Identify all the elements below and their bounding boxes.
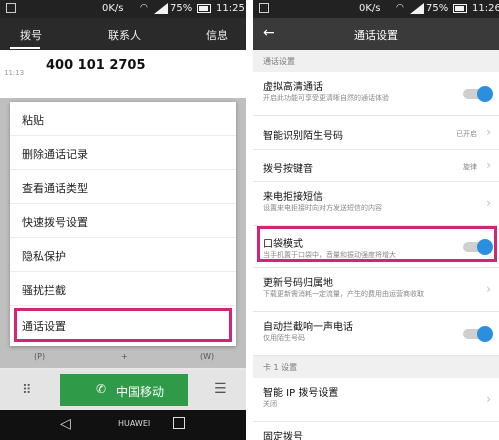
setting-label: 自动拦截响一声电话 <box>263 322 353 333</box>
battery-icon <box>453 4 467 13</box>
phone-icon: ✆ <box>96 382 107 396</box>
setting-description: 关闭 <box>263 400 277 408</box>
clock: 11:25 <box>216 3 245 14</box>
chevron-right-icon: › <box>486 282 491 296</box>
notification-icon <box>259 3 269 13</box>
setting-label: 拨号按键音 <box>263 164 313 175</box>
menu-item-harassment-block[interactable]: 骚扰拦截 <box>10 272 236 306</box>
call-button-label: 中国移动 <box>116 385 165 399</box>
call-settings-screen: 0K/s ◠ 75% 11:26 ← 通话设置 通话设置 虚拟高清通话 开启此功… <box>253 0 499 440</box>
setting-value: 已开启 <box>456 130 477 138</box>
battery-percent: 75% <box>170 3 193 14</box>
setting-reject-sms[interactable]: 来电拒接短信 设置来电拒接时向对方发送短信的内容 › <box>253 182 499 226</box>
setting-description: 设置来电拒接时向对方发送短信的内容 <box>263 204 382 212</box>
chevron-right-icon: › <box>486 196 491 210</box>
huawei-logo: HUAWEI <box>118 419 151 428</box>
highlight-box <box>257 226 497 262</box>
setting-dial-tone[interactable]: 拨号按键音 旋律 › <box>253 150 499 182</box>
wifi-icon: ◠ <box>396 3 404 13</box>
section-label: 卡 1 设置 <box>263 363 298 372</box>
setting-smart-identify[interactable]: 智能识别陌生号码 已开启 › <box>253 116 499 150</box>
tab-messages[interactable]: 信息 <box>206 27 228 43</box>
keypad-row: (P) + (W) <box>0 344 246 370</box>
menu-item-label: 删除通话记录 <box>22 148 88 161</box>
recent-call-item[interactable]: 11:13 400 101 2705 <box>0 50 246 98</box>
title-bar: ← 通话设置 <box>253 18 499 50</box>
recents-icon[interactable] <box>173 417 185 429</box>
battery-icon <box>197 4 211 13</box>
setting-description: 下载更新需消耗一定流量，产生的费用由运营商收取 <box>263 290 424 298</box>
wifi-icon: ◠ <box>140 3 148 13</box>
status-bar: 0K/s ◠ 75% 11:25 <box>0 0 246 18</box>
clock: 11:26 <box>472 3 499 14</box>
menu-item-label: 查看通话类型 <box>22 182 88 195</box>
network-speed: 0K/s <box>102 3 124 14</box>
menu-item-call-type[interactable]: 查看通话类型 <box>10 170 236 204</box>
chevron-right-icon: › <box>486 158 491 172</box>
tab-dial[interactable]: 拨号 <box>20 27 42 43</box>
call-button[interactable]: ✆ 中国移动 <box>60 374 188 406</box>
battery-percent: 75% <box>426 3 449 14</box>
highlight-box <box>14 308 232 342</box>
toggle-knob <box>477 86 493 102</box>
chevron-right-icon: › <box>486 392 491 406</box>
block-one-ring-toggle[interactable] <box>463 326 493 342</box>
setting-update-location[interactable]: 更新号码归属地 下载更新需消耗一定流量，产生的费用由运营商收取 › <box>253 268 499 312</box>
setting-block-one-ring[interactable]: 自动拦截响一声电话 仅用陌生号码 <box>253 312 499 356</box>
tab-bar: 拨号 联系人 信息 <box>0 18 246 50</box>
context-menu: 粘贴 删除通话记录 查看通话类型 快速拨号设置 隐私保护 骚扰拦截 通话设置 <box>10 102 236 346</box>
menu-item-privacy[interactable]: 隐私保护 <box>10 238 236 272</box>
setting-ip-dial[interactable]: 智能 IP 拨号设置 关闭 › <box>253 378 499 422</box>
setting-label: 来电拒接短信 <box>263 192 323 203</box>
section-header: 卡 1 设置 <box>253 356 499 378</box>
panel-divider <box>246 0 253 440</box>
keypad-icon[interactable]: ⠿ <box>22 383 32 398</box>
call-bar: ⠿ ✆ 中国移动 ☰ <box>0 370 246 410</box>
signal-icon <box>154 3 168 14</box>
recent-call-time: 11:13 <box>4 69 25 77</box>
hd-call-toggle[interactable] <box>463 86 493 102</box>
network-speed: 0K/s <box>359 3 381 14</box>
setting-description: 仅用陌生号码 <box>263 334 305 342</box>
navigation-bar: ◁ HUAWEI <box>0 410 246 440</box>
menu-item-speed-dial[interactable]: 快速拨号设置 <box>10 204 236 238</box>
setting-label: 固定拨号 <box>263 432 303 440</box>
section-header: 通话设置 <box>253 50 499 72</box>
setting-label: 虚拟高清通话 <box>263 82 323 93</box>
setting-label: 更新号码归属地 <box>263 278 333 289</box>
menu-item-label: 隐私保护 <box>22 250 66 263</box>
setting-value: 旋律 <box>463 163 477 171</box>
chevron-right-icon: › <box>486 125 491 139</box>
menu-item-label: 快速拨号设置 <box>22 216 88 229</box>
key-plus[interactable]: + <box>121 352 128 361</box>
setting-fixed-dial[interactable]: 固定拨号 <box>253 422 499 440</box>
tab-contacts[interactable]: 联系人 <box>108 27 141 43</box>
setting-label: 智能 IP 拨号设置 <box>263 388 339 399</box>
active-tab-indicator <box>10 47 40 49</box>
key-p[interactable]: (P) <box>34 352 45 361</box>
menu-item-label: 骚扰拦截 <box>22 284 66 297</box>
key-w[interactable]: (W) <box>200 352 214 361</box>
status-bar: 0K/s ◠ 75% 11:26 <box>253 0 499 18</box>
recent-call-number: 400 101 2705 <box>46 58 146 73</box>
setting-label: 智能识别陌生号码 <box>263 131 343 142</box>
toggle-knob <box>477 326 493 342</box>
dialer-screen: 0K/s ◠ 75% 11:25 拨号 联系人 信息 11:13 400 101… <box>0 0 246 440</box>
signal-icon <box>410 3 424 14</box>
page-title: 通话设置 <box>354 29 398 42</box>
setting-hd-call[interactable]: 虚拟高清通话 开启此功能可享受更清晰自然的通话体验 <box>253 72 499 116</box>
section-label: 通话设置 <box>263 57 295 66</box>
menu-icon[interactable]: ☰ <box>214 381 227 397</box>
setting-description: 开启此功能可享受更清晰自然的通话体验 <box>263 94 389 102</box>
back-icon[interactable]: ◁ <box>60 416 71 432</box>
menu-item-delete-call-log[interactable]: 删除通话记录 <box>10 136 236 170</box>
menu-item-paste[interactable]: 粘贴 <box>10 102 236 136</box>
menu-item-label: 粘贴 <box>22 114 44 127</box>
notification-icon <box>6 3 16 13</box>
